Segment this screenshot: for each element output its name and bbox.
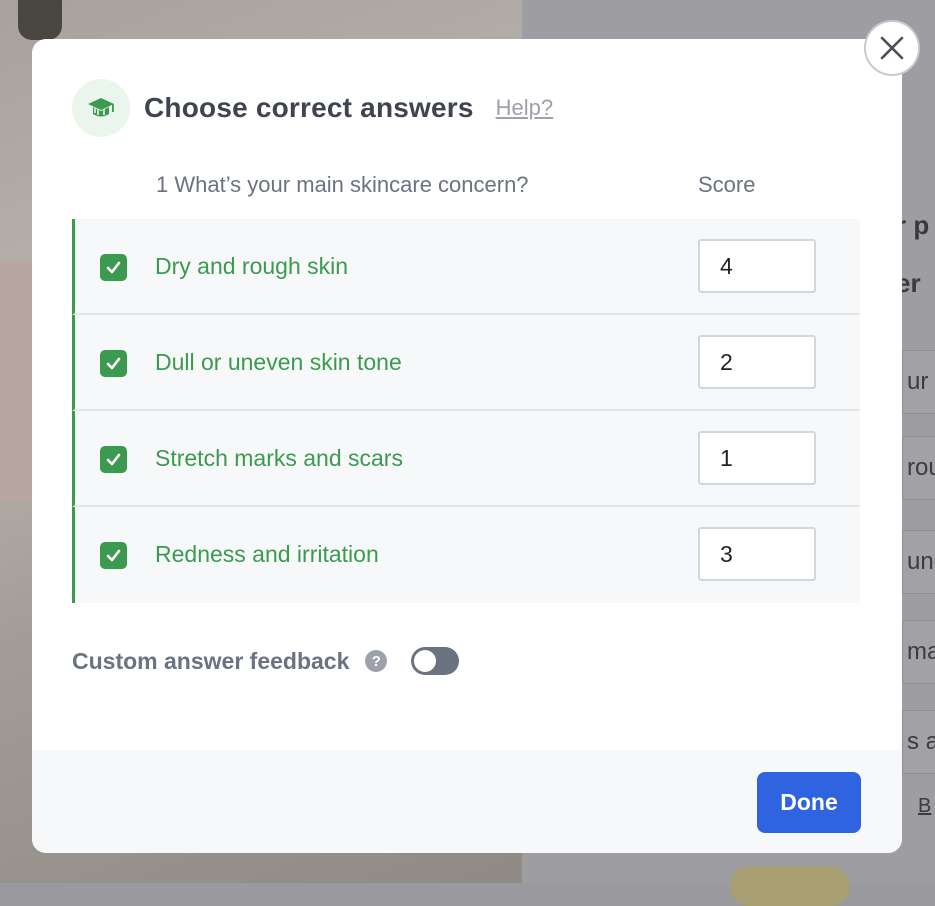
- answer-row[interactable]: Stretch marks and scars: [72, 411, 860, 507]
- score-input[interactable]: [698, 527, 816, 581]
- checkmark-icon: [106, 453, 121, 466]
- answer-row[interactable]: Dry and rough skin: [72, 219, 860, 315]
- question-text: 1 What’s your main skincare concern?: [156, 172, 529, 197]
- answer-checkbox[interactable]: [100, 350, 127, 377]
- question-mark-icon[interactable]: ?: [365, 650, 388, 672]
- custom-feedback-row: Custom answer feedback ?: [72, 643, 460, 679]
- background-option: ur: [902, 350, 935, 414]
- answer-list: Dry and rough skin Dull or uneven skin t…: [72, 219, 860, 603]
- score-input[interactable]: [698, 239, 816, 293]
- score-column-header: Score: [698, 172, 756, 197]
- answer-checkbox[interactable]: [100, 446, 127, 473]
- modal-footer: Done: [32, 750, 902, 853]
- close-icon[interactable]: [864, 20, 920, 76]
- modal-title: Choose correct answers: [144, 92, 474, 123]
- score-input[interactable]: [698, 335, 816, 389]
- custom-feedback-label: Custom answer feedback: [72, 647, 350, 674]
- answer-label: Redness and irritation: [155, 541, 379, 567]
- toggle-knob: [414, 650, 437, 672]
- modal-header: Choose correct answers Help?: [72, 79, 553, 137]
- score-input[interactable]: [698, 431, 816, 485]
- choose-answers-modal: Choose correct answers Help? 1 What’s yo…: [32, 39, 902, 853]
- background-bottle: [18, 0, 62, 40]
- answer-label: Dull or uneven skin tone: [155, 349, 402, 375]
- background-option: une: [902, 530, 935, 594]
- background-option: rou: [902, 436, 935, 500]
- help-link[interactable]: Help?: [496, 95, 553, 121]
- checkmark-icon: [106, 261, 121, 274]
- answer-label: Stretch marks and scars: [155, 445, 403, 471]
- checkmark-icon: [106, 549, 121, 562]
- answer-checkbox[interactable]: [100, 254, 127, 281]
- checkmark-icon: [106, 357, 121, 370]
- done-button[interactable]: Done: [757, 772, 861, 833]
- background-option: s a: [902, 710, 935, 774]
- answer-row[interactable]: Redness and irritation: [72, 507, 860, 603]
- custom-feedback-toggle[interactable]: [411, 647, 460, 675]
- background-option: ma: [902, 620, 935, 684]
- answer-row[interactable]: Dull or uneven skin tone: [72, 315, 860, 411]
- background-link: B: [918, 795, 932, 817]
- background-button: [730, 866, 850, 906]
- graduation-cap-icon: [72, 79, 130, 137]
- answer-label: Dry and rough skin: [155, 253, 349, 279]
- answer-checkbox[interactable]: [100, 542, 127, 569]
